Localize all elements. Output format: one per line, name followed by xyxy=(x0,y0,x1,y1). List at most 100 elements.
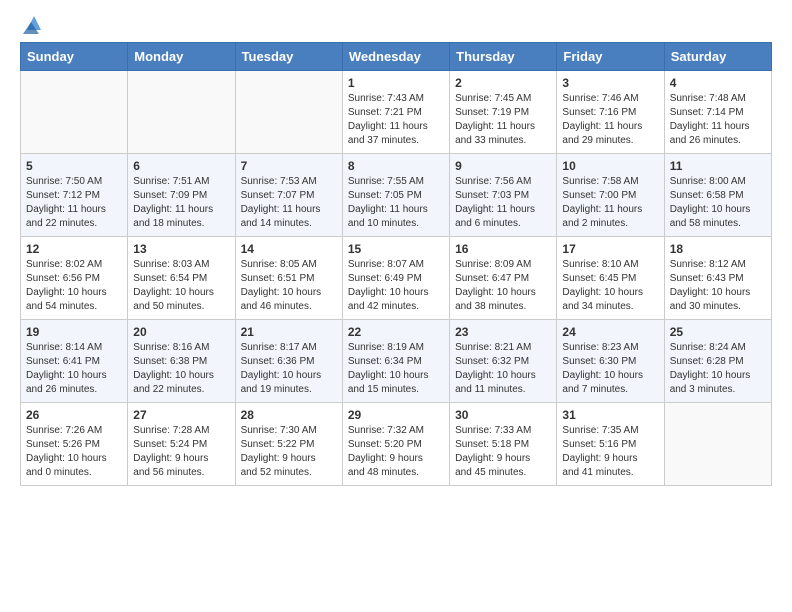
logo-icon xyxy=(23,12,45,34)
calendar-cell xyxy=(664,403,771,486)
day-info: Sunrise: 7:48 AM Sunset: 7:14 PM Dayligh… xyxy=(670,92,766,148)
calendar-cell: 30Sunrise: 7:33 AM Sunset: 5:18 PM Dayli… xyxy=(450,403,557,486)
day-info: Sunrise: 7:50 AM Sunset: 7:12 PM Dayligh… xyxy=(26,175,122,231)
day-number: 3 xyxy=(562,76,658,90)
day-number: 19 xyxy=(26,325,122,339)
day-info: Sunrise: 7:45 AM Sunset: 7:19 PM Dayligh… xyxy=(455,92,551,148)
header-friday: Friday xyxy=(557,43,664,71)
day-info: Sunrise: 8:24 AM Sunset: 6:28 PM Dayligh… xyxy=(670,341,766,397)
day-info: Sunrise: 7:55 AM Sunset: 7:05 PM Dayligh… xyxy=(348,175,444,231)
calendar-cell: 22 Sunrise: 8:19 AM Sunset: 6:34 PM Dayli… xyxy=(342,320,449,403)
calendar-cell: 5 Sunrise: 7:50 AM Sunset: 7:12 PM Daylig… xyxy=(21,154,128,237)
calendar-cell: 18Sunrise: 8:12 AM Sunset: 6:43 PM Dayli… xyxy=(664,237,771,320)
calendar-cell: 20 Sunrise: 8:16 AM Sunset: 6:38 PM Dayli… xyxy=(128,320,235,403)
calendar-cell: 4 Sunrise: 7:48 AM Sunset: 7:14 PM Daylig… xyxy=(664,71,771,154)
logo xyxy=(20,16,45,34)
day-info: Sunrise: 8:23 AM Sunset: 6:30 PM Dayligh… xyxy=(562,341,658,397)
calendar-cell: 7 Sunrise: 7:53 AM Sunset: 7:07 PM Daylig… xyxy=(235,154,342,237)
calendar-cell: 23Sunrise: 8:21 AM Sunset: 6:32 PM Dayli… xyxy=(450,320,557,403)
calendar-cell: 27 Sunrise: 7:28 AM Sunset: 5:24 PM Dayli… xyxy=(128,403,235,486)
day-number: 11 xyxy=(670,159,766,173)
day-number: 29 xyxy=(348,408,444,422)
calendar-cell: 16 Sunrise: 8:09 AM Sunset: 6:47 PM Dayli… xyxy=(450,237,557,320)
day-number: 14 xyxy=(241,242,337,256)
header-wednesday: Wednesday xyxy=(342,43,449,71)
calendar-cell: 3 Sunrise: 7:46 AM Sunset: 7:16 PM Daylig… xyxy=(557,71,664,154)
calendar-header-row: SundayMondayTuesdayWednesdayThursdayFrid… xyxy=(21,43,772,71)
day-info: Sunrise: 7:28 AM Sunset: 5:24 PM Dayligh… xyxy=(133,424,229,480)
calendar-cell: 13 Sunrise: 8:03 AM Sunset: 6:54 PM Dayli… xyxy=(128,237,235,320)
day-number: 1 xyxy=(348,76,444,90)
day-number: 5 xyxy=(26,159,122,173)
day-number: 28 xyxy=(241,408,337,422)
day-info: Sunrise: 8:21 AM Sunset: 6:32 PM Dayligh… xyxy=(455,341,551,397)
header-thursday: Thursday xyxy=(450,43,557,71)
day-info: Sunrise: 7:51 AM Sunset: 7:09 PM Dayligh… xyxy=(133,175,229,231)
calendar-cell: 11 Sunrise: 8:00 AM Sunset: 6:58 PM Dayli… xyxy=(664,154,771,237)
day-info: Sunrise: 7:30 AM Sunset: 5:22 PM Dayligh… xyxy=(241,424,337,480)
day-number: 30 xyxy=(455,408,551,422)
day-number: 7 xyxy=(241,159,337,173)
day-number: 22 xyxy=(348,325,444,339)
day-info: Sunrise: 8:00 AM Sunset: 6:58 PM Dayligh… xyxy=(670,175,766,231)
calendar-cell: 26Sunrise: 7:26 AM Sunset: 5:26 PM Dayli… xyxy=(21,403,128,486)
day-number: 9 xyxy=(455,159,551,173)
day-info: Sunrise: 8:07 AM Sunset: 6:49 PM Dayligh… xyxy=(348,258,444,314)
calendar-cell: 28 Sunrise: 7:30 AM Sunset: 5:22 PM Dayli… xyxy=(235,403,342,486)
day-number: 27 xyxy=(133,408,229,422)
day-number: 10 xyxy=(562,159,658,173)
day-info: Sunrise: 7:46 AM Sunset: 7:16 PM Dayligh… xyxy=(562,92,658,148)
day-info: Sunrise: 8:09 AM Sunset: 6:47 PM Dayligh… xyxy=(455,258,551,314)
calendar-cell: 6 Sunrise: 7:51 AM Sunset: 7:09 PM Daylig… xyxy=(128,154,235,237)
day-info: Sunrise: 8:05 AM Sunset: 6:51 PM Dayligh… xyxy=(241,258,337,314)
day-number: 6 xyxy=(133,159,229,173)
day-info: Sunrise: 8:17 AM Sunset: 6:36 PM Dayligh… xyxy=(241,341,337,397)
calendar-cell: 29 Sunrise: 7:32 AM Sunset: 5:20 PM Dayli… xyxy=(342,403,449,486)
calendar-cell: 15 Sunrise: 8:07 AM Sunset: 6:49 PM Dayli… xyxy=(342,237,449,320)
day-info: Sunrise: 8:03 AM Sunset: 6:54 PM Dayligh… xyxy=(133,258,229,314)
calendar-cell: 2 Sunrise: 7:45 AM Sunset: 7:19 PM Daylig… xyxy=(450,71,557,154)
day-number: 12 xyxy=(26,242,122,256)
calendar-cell xyxy=(21,71,128,154)
calendar-week-1: 1 Sunrise: 7:43 AM Sunset: 7:21 PM Daylig… xyxy=(21,71,772,154)
calendar-cell: 10 Sunrise: 7:58 AM Sunset: 7:00 PM Dayli… xyxy=(557,154,664,237)
calendar-cell: 14 Sunrise: 8:05 AM Sunset: 6:51 PM Dayli… xyxy=(235,237,342,320)
day-info: Sunrise: 7:43 AM Sunset: 7:21 PM Dayligh… xyxy=(348,92,444,148)
calendar-cell xyxy=(235,71,342,154)
day-info: Sunrise: 7:35 AM Sunset: 5:16 PM Dayligh… xyxy=(562,424,658,480)
calendar-cell: 31 Sunrise: 7:35 AM Sunset: 5:16 PM Dayli… xyxy=(557,403,664,486)
day-info: Sunrise: 8:16 AM Sunset: 6:38 PM Dayligh… xyxy=(133,341,229,397)
page: SundayMondayTuesdayWednesdayThursdayFrid… xyxy=(0,0,792,502)
calendar-week-5: 26Sunrise: 7:26 AM Sunset: 5:26 PM Dayli… xyxy=(21,403,772,486)
day-info: Sunrise: 7:26 AM Sunset: 5:26 PM Dayligh… xyxy=(26,424,122,480)
header-sunday: Sunday xyxy=(21,43,128,71)
calendar-cell: 17Sunrise: 8:10 AM Sunset: 6:45 PM Dayli… xyxy=(557,237,664,320)
calendar-cell: 25Sunrise: 8:24 AM Sunset: 6:28 PM Dayli… xyxy=(664,320,771,403)
calendar-cell: 1 Sunrise: 7:43 AM Sunset: 7:21 PM Daylig… xyxy=(342,71,449,154)
calendar-cell: 24Sunrise: 8:23 AM Sunset: 6:30 PM Dayli… xyxy=(557,320,664,403)
day-info: Sunrise: 8:19 AM Sunset: 6:34 PM Dayligh… xyxy=(348,341,444,397)
day-number: 2 xyxy=(455,76,551,90)
day-number: 20 xyxy=(133,325,229,339)
header-monday: Monday xyxy=(128,43,235,71)
header-tuesday: Tuesday xyxy=(235,43,342,71)
header xyxy=(20,16,772,34)
calendar-cell xyxy=(128,71,235,154)
day-number: 13 xyxy=(133,242,229,256)
day-number: 16 xyxy=(455,242,551,256)
calendar-week-3: 12 Sunrise: 8:02 AM Sunset: 6:56 PM Dayli… xyxy=(21,237,772,320)
day-info: Sunrise: 8:10 AM Sunset: 6:45 PM Dayligh… xyxy=(562,258,658,314)
day-number: 15 xyxy=(348,242,444,256)
day-info: Sunrise: 7:53 AM Sunset: 7:07 PM Dayligh… xyxy=(241,175,337,231)
day-number: 31 xyxy=(562,408,658,422)
day-info: Sunrise: 7:58 AM Sunset: 7:00 PM Dayligh… xyxy=(562,175,658,231)
header-saturday: Saturday xyxy=(664,43,771,71)
day-number: 18 xyxy=(670,242,766,256)
calendar-cell: 12 Sunrise: 8:02 AM Sunset: 6:56 PM Dayli… xyxy=(21,237,128,320)
day-number: 8 xyxy=(348,159,444,173)
calendar-table: SundayMondayTuesdayWednesdayThursdayFrid… xyxy=(20,42,772,486)
calendar-week-4: 19Sunrise: 8:14 AM Sunset: 6:41 PM Dayli… xyxy=(21,320,772,403)
day-info: Sunrise: 8:02 AM Sunset: 6:56 PM Dayligh… xyxy=(26,258,122,314)
day-info: Sunrise: 7:32 AM Sunset: 5:20 PM Dayligh… xyxy=(348,424,444,480)
day-number: 4 xyxy=(670,76,766,90)
